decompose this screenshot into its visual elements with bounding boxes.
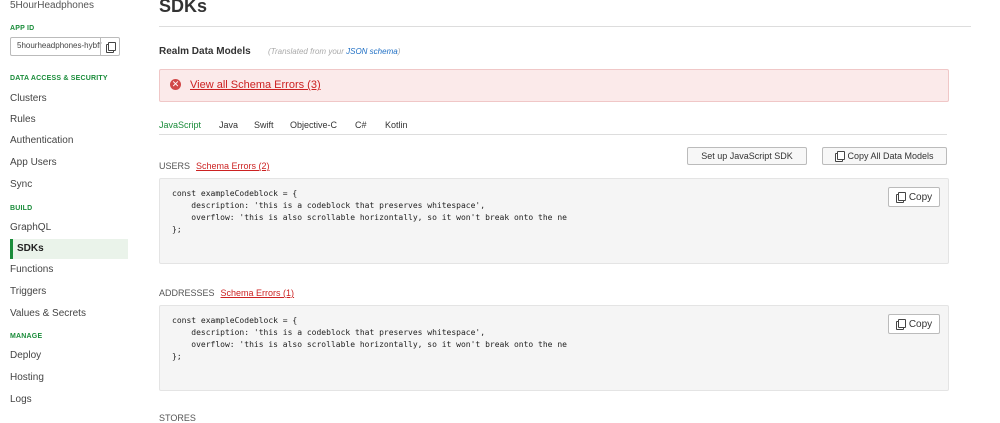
code-line: description: 'this is a codeblock that p…: [172, 201, 486, 210]
addresses-copy-button[interactable]: Copy: [888, 314, 940, 334]
view-schema-errors-link[interactable]: View all Schema Errors (3): [190, 79, 321, 91]
app-id-label: APP ID: [10, 25, 35, 32]
realm-data-models-subtitle: (Translated from your JSON schema): [268, 47, 401, 56]
app-id-value: 5hourheadphones-hybff: [17, 41, 102, 50]
addresses-section-label: ADDRESSES Schema Errors (1): [159, 288, 295, 298]
code-line: const exampleCodeblock = {: [172, 316, 298, 325]
copy-icon: [835, 151, 846, 162]
sidebar-item-sync[interactable]: Sync: [10, 175, 128, 195]
users-schema-errors-link[interactable]: Schema Errors (2): [196, 161, 270, 171]
copy-all-label: Copy All Data Models: [847, 151, 934, 161]
sidebar-item-rules[interactable]: Rules: [10, 110, 128, 130]
section-title-data-access: DATA ACCESS & SECURITY: [10, 75, 108, 82]
tab-kotlin[interactable]: Kotlin: [385, 120, 408, 130]
users-copy-button[interactable]: Copy: [888, 187, 940, 207]
sidebar: 5HourHeadphones APP ID 5hourheadphones-h…: [0, 0, 140, 420]
tabs-divider: [159, 134, 947, 135]
code-line: overflow: 'this is also scrollable horiz…: [172, 340, 567, 349]
sidebar-item-deploy[interactable]: Deploy: [10, 346, 128, 366]
setup-javascript-sdk-button[interactable]: Set up JavaScript SDK: [687, 147, 807, 165]
json-schema-link[interactable]: JSON schema: [346, 47, 398, 56]
page-title: SDKs: [159, 0, 208, 16]
section-title-manage: MANAGE: [10, 333, 43, 340]
users-section-label: USERS Schema Errors (2): [159, 161, 270, 171]
tab-objective-c[interactable]: Objective-C: [290, 120, 337, 130]
copy-icon: [105, 41, 116, 53]
sidebar-item-triggers[interactable]: Triggers: [10, 282, 128, 302]
app-name: 5HourHeadphones: [10, 0, 94, 11]
sidebar-item-authentication[interactable]: Authentication: [10, 131, 128, 151]
copy-icon: [895, 319, 906, 330]
sidebar-item-sdks[interactable]: SDKs: [10, 239, 128, 259]
tab-csharp[interactable]: C#: [355, 120, 367, 130]
app-id-copy-button[interactable]: [100, 38, 119, 55]
stores-section-label: STORES: [159, 413, 196, 423]
code-line: };: [172, 225, 182, 234]
main-content: SDKs Realm Data Models (Translated from …: [159, 0, 971, 423]
sidebar-item-graphql[interactable]: GraphQL: [10, 218, 128, 238]
addresses-schema-errors-link[interactable]: Schema Errors (1): [221, 288, 295, 298]
app-id-field: 5hourheadphones-hybff: [10, 37, 120, 56]
code-line: };: [172, 352, 182, 361]
title-divider: [159, 26, 971, 27]
code-line: const exampleCodeblock = {: [172, 189, 298, 198]
realm-data-models-title: Realm Data Models: [159, 46, 251, 57]
language-tabs: JavaScript Java Swift Objective-C C# Kot…: [159, 120, 947, 134]
sidebar-item-values-secrets[interactable]: Values & Secrets: [10, 304, 128, 324]
addresses-code-block: const exampleCodeblock = { description: …: [159, 305, 949, 391]
code-line: description: 'this is a codeblock that p…: [172, 328, 486, 337]
tab-java[interactable]: Java: [219, 120, 238, 130]
users-code-block: const exampleCodeblock = { description: …: [159, 178, 949, 264]
copy-icon: [895, 192, 906, 203]
sidebar-item-logs[interactable]: Logs: [10, 390, 128, 410]
code-line: overflow: 'this is also scrollable horiz…: [172, 213, 567, 222]
sidebar-item-clusters[interactable]: Clusters: [10, 89, 128, 109]
error-x-icon: ✕: [170, 79, 181, 90]
sidebar-item-functions[interactable]: Functions: [10, 260, 128, 280]
sidebar-item-hosting[interactable]: Hosting: [10, 368, 128, 388]
schema-errors-banner: ✕ View all Schema Errors (3): [159, 69, 949, 102]
copy-all-data-models-button[interactable]: Copy All Data Models: [822, 147, 947, 165]
section-title-build: BUILD: [10, 205, 33, 212]
tab-swift[interactable]: Swift: [254, 120, 274, 130]
sidebar-item-app-users[interactable]: App Users: [10, 153, 128, 173]
tab-javascript[interactable]: JavaScript: [159, 120, 201, 130]
